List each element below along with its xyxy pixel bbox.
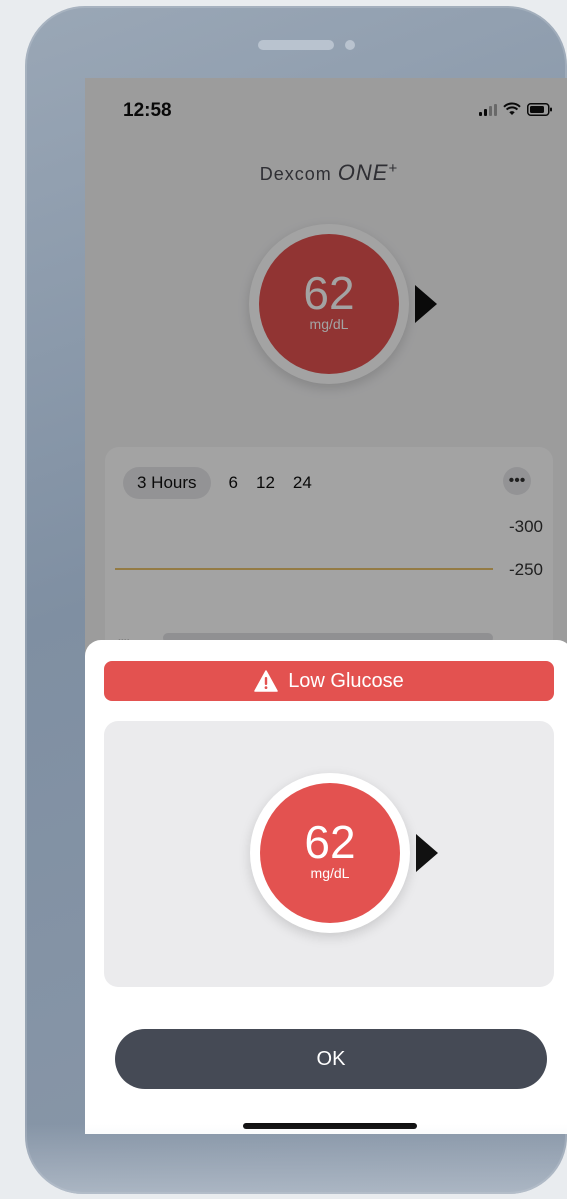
screen: 12:58 Dexcom ONE+ 62 mg/dL 3 Hours 6 12 … xyxy=(85,78,567,1134)
alert-reading-value: 62 xyxy=(304,816,356,868)
alert-title: Low Glucose xyxy=(288,669,404,692)
alert-reading-circle: 62 mg/dL xyxy=(260,783,400,923)
home-indicator[interactable] xyxy=(243,1123,417,1129)
ok-button[interactable]: OK xyxy=(115,1029,547,1089)
alert-reading-panel: 62 mg/dL xyxy=(104,721,554,987)
low-glucose-alert-sheet: Low Glucose 62 mg/dL OK xyxy=(85,640,567,1134)
front-camera xyxy=(345,40,355,50)
speaker-grille xyxy=(258,40,334,50)
phone-frame: 12:58 Dexcom ONE+ 62 mg/dL 3 Hours 6 12 … xyxy=(25,6,567,1194)
alert-banner: Low Glucose xyxy=(104,661,554,701)
alert-trend-arrow-icon xyxy=(416,834,438,872)
alert-reading-unit: mg/dL xyxy=(310,865,350,881)
alert-glucose-reading: 62 mg/dL xyxy=(250,773,438,933)
warning-icon xyxy=(254,670,278,692)
